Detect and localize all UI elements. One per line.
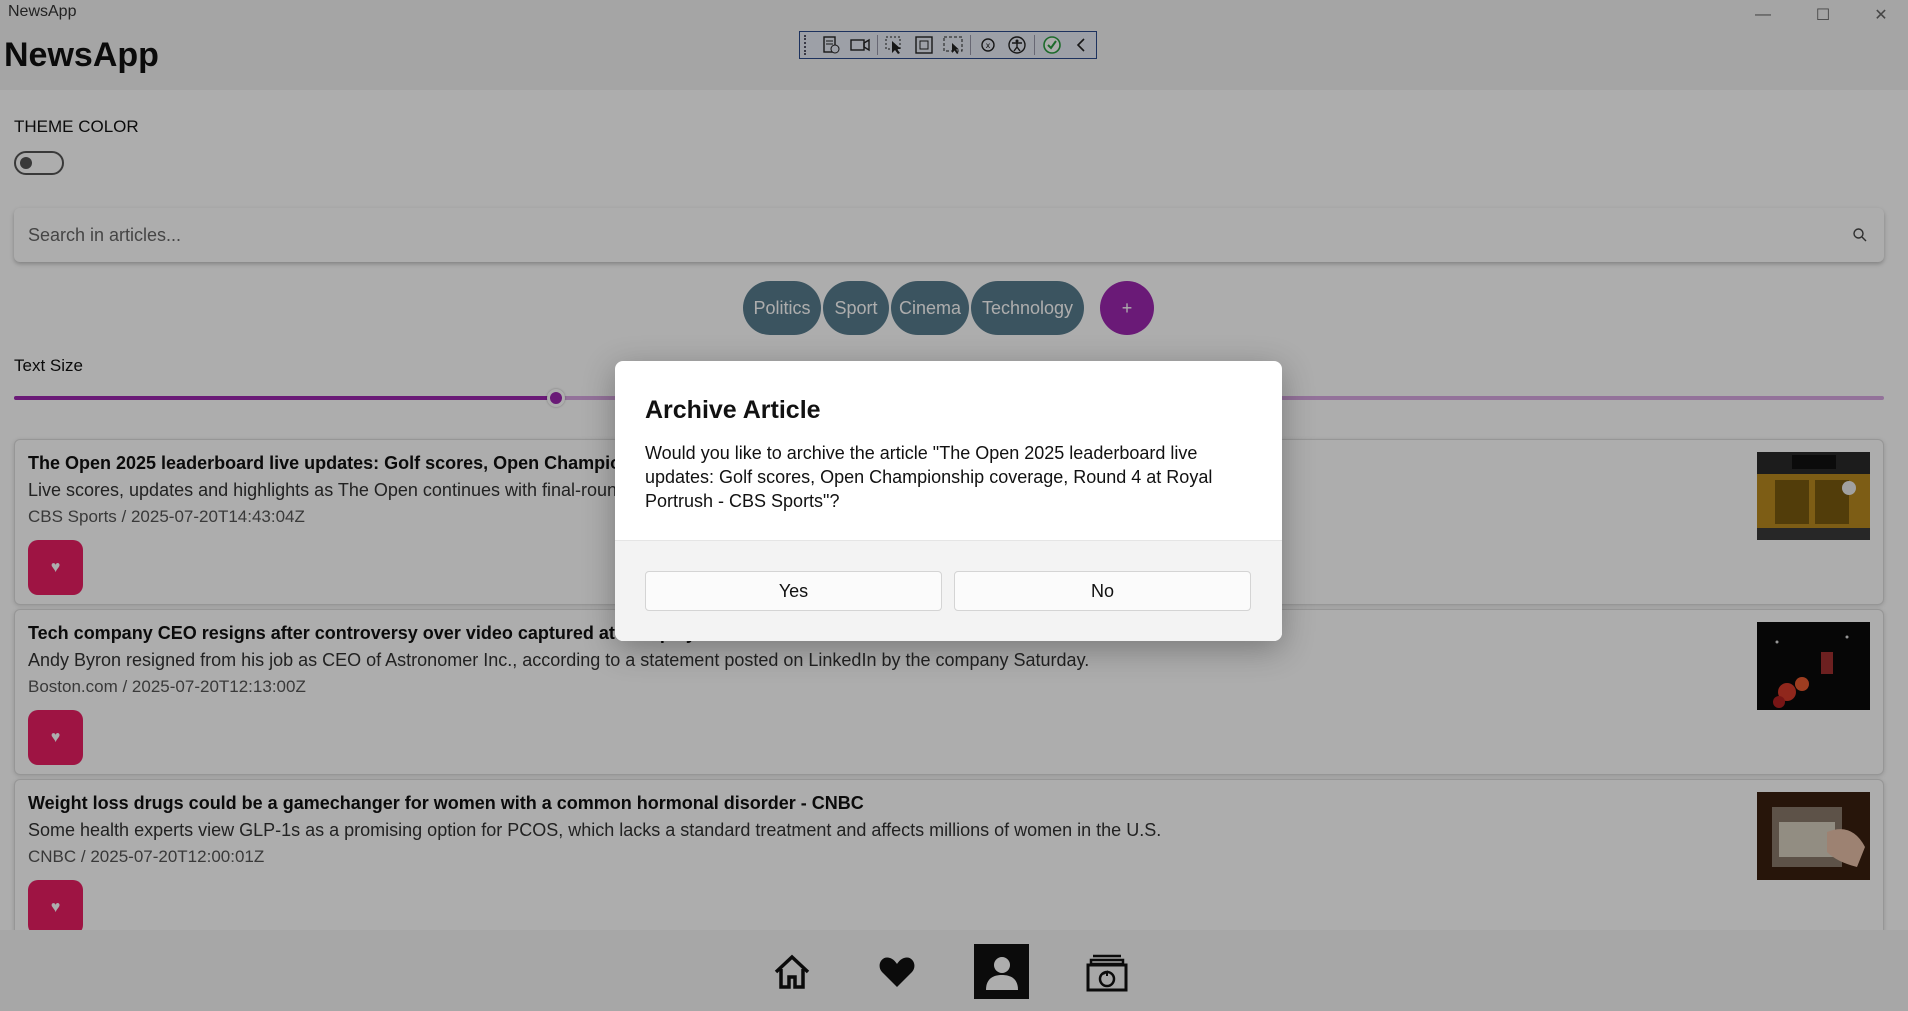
no-button[interactable]: No <box>954 571 1251 611</box>
yes-button[interactable]: Yes <box>645 571 942 611</box>
dialog-title: Archive Article <box>645 396 821 424</box>
dialog-footer: Yes No <box>615 540 1282 641</box>
dialog-message: Would you like to archive the article "T… <box>645 443 1213 511</box>
archive-article-dialog: Archive Article Would you like to archiv… <box>615 361 1282 641</box>
